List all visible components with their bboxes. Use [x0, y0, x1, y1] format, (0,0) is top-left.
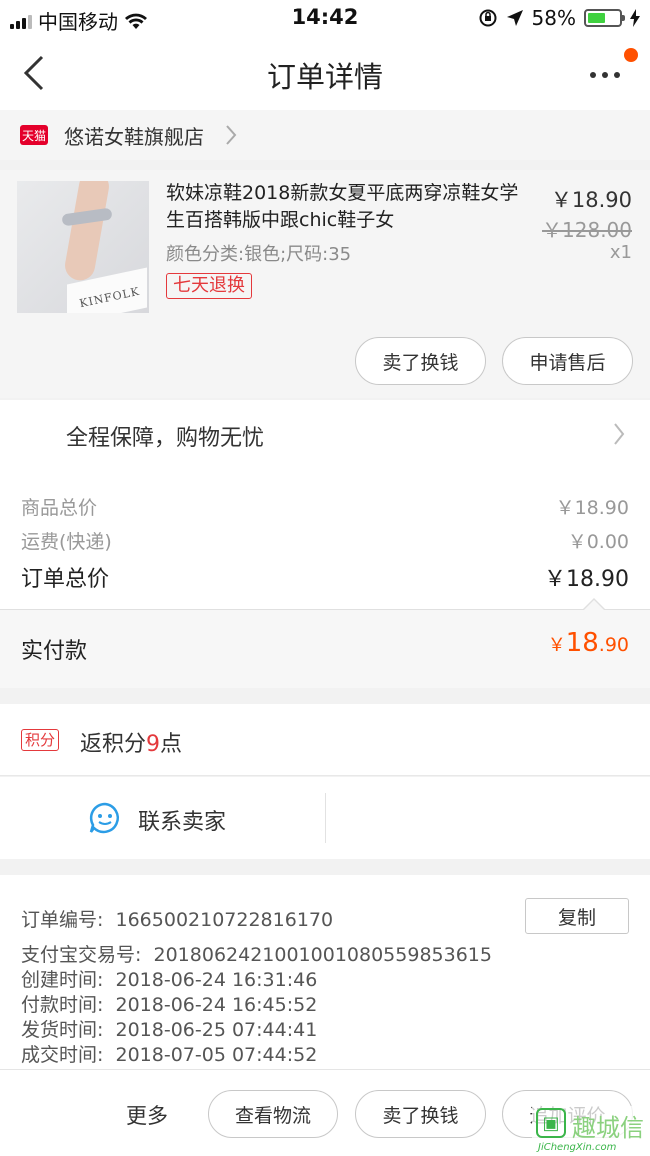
shipping-row: 运费(快递) ￥0.00: [21, 527, 629, 554]
divider: [325, 793, 326, 843]
product-original-price: ￥128.00: [542, 218, 632, 242]
completed-time-value: 2018-07-05 07:44:52: [115, 1044, 318, 1066]
after-sale-button[interactable]: 申请售后: [502, 337, 633, 385]
notification-dot: [624, 48, 638, 62]
paid-row: 实付款 ￥18.90: [0, 610, 650, 688]
goods-total-value: ￥18.90: [555, 497, 629, 519]
store-row[interactable]: 天猫 悠诺女鞋旗舰店: [0, 110, 650, 160]
paid-time-line: 付款时间: 2018-06-24 16:45:52: [21, 990, 317, 1017]
shipped-time-label: 发货时间:: [21, 1019, 104, 1041]
store-name: 悠诺女鞋旗舰店: [64, 124, 204, 149]
order-number-label: 订单编号:: [21, 909, 104, 931]
paid-decimal: .90: [598, 634, 629, 656]
order-total-row: 订单总价 ￥18.90: [21, 561, 629, 593]
product-price: ￥18.90: [550, 188, 632, 212]
product-title[interactable]: 软妹凉鞋2018新款女夏平底两穿凉鞋女学生百搭韩版中跟chic鞋子女: [166, 180, 526, 234]
alipay-trade-label: 支付宝交易号:: [21, 944, 142, 966]
points-suffix: 点: [160, 732, 183, 757]
alipay-trade-value: 2018062421001001080559853615: [153, 944, 492, 966]
points-prefix: 返积分: [80, 732, 147, 757]
shipped-time-line: 发货时间: 2018-06-25 07:44:41: [21, 1015, 317, 1042]
paid-integer: 18: [565, 628, 599, 658]
watermark-cn: 趣城信: [572, 1114, 644, 1142]
more-button[interactable]: [590, 48, 638, 90]
paid-amount: ￥18.90: [548, 628, 629, 658]
watermark-logo-icon: ▣: [536, 1108, 566, 1138]
points-badge: 积分: [21, 729, 60, 751]
guarantee-row[interactable]: 全程保障，购物无忧: [0, 400, 650, 470]
order-number-line: 订单编号: 166500210722816170: [21, 905, 333, 932]
location-arrow-icon: [506, 10, 523, 26]
shipping-label: 运费(快递): [21, 531, 112, 553]
contact-seller-button[interactable]: 联系卖家: [0, 777, 325, 859]
paid-label: 实付款: [21, 639, 88, 664]
goods-total-row: 商品总价 ￥18.90: [21, 493, 629, 520]
chevron-right-icon: [614, 423, 625, 445]
order-total-value: ￥18.90: [544, 567, 629, 592]
sell-for-cash-footer-button[interactable]: 卖了换钱: [355, 1090, 486, 1138]
guarantee-text: 全程保障，购物无忧: [66, 426, 265, 451]
tmall-logo-icon: 天猫: [20, 125, 48, 145]
more-actions-button[interactable]: 更多: [126, 1100, 168, 1130]
completed-time-label: 成交时间:: [21, 1044, 104, 1066]
product-quantity: x1: [609, 242, 632, 263]
points-row: 积分 返积分9点: [0, 704, 650, 776]
shipping-value: ￥0.00: [567, 531, 629, 553]
watermark-en: JiChengXin.com: [538, 1142, 617, 1153]
sell-for-cash-button[interactable]: 卖了换钱: [355, 337, 486, 385]
watermark: ▣ 趣城信 JiChengXin.com: [532, 1106, 650, 1156]
created-time-line: 创建时间: 2018-06-24 16:31:46: [21, 965, 317, 992]
battery-icon: [584, 9, 625, 27]
product-card[interactable]: KINFOLK 软妹凉鞋2018新款女夏平底两穿凉鞋女学生百搭韩版中跟chic鞋…: [0, 170, 650, 398]
rotation-lock-icon: [479, 9, 497, 27]
created-time-label: 创建时间:: [21, 969, 104, 991]
product-sku: 颜色分类:银色;尺码:35: [166, 244, 352, 265]
completed-time-line: 成交时间: 2018-07-05 07:44:52: [21, 1040, 317, 1067]
paid-currency: ￥: [547, 635, 566, 656]
chat-smile-icon: [89, 802, 119, 834]
paid-time-value: 2018-06-24 16:45:52: [115, 994, 318, 1016]
contact-bar: 联系卖家: [0, 777, 650, 859]
nav-bar: 订单详情: [0, 36, 650, 110]
goods-total-label: 商品总价: [21, 497, 98, 519]
chevron-right-icon: [226, 125, 237, 145]
page-title: 订单详情: [266, 60, 383, 94]
shipped-time-value: 2018-06-25 07:44:41: [115, 1019, 318, 1041]
divider: [0, 609, 650, 610]
order-number-value: 166500210722816170: [115, 909, 334, 931]
contact-seller-label: 联系卖家: [138, 810, 227, 835]
created-time-value: 2018-06-24 16:31:46: [115, 969, 318, 991]
product-thumbnail[interactable]: KINFOLK: [17, 181, 149, 313]
return-policy-tag: 七天退换: [166, 273, 252, 299]
battery-percent: 58%: [531, 6, 576, 30]
battery-fill: [588, 13, 606, 23]
price-summary: 商品总价 ￥18.90 运费(快递) ￥0.00 订单总价 ￥18.90: [0, 470, 650, 610]
points-text: 返积分9点: [80, 726, 182, 758]
points-count: 9: [146, 732, 161, 757]
status-right: 58%: [478, 6, 640, 30]
alipay-trade-line: 支付宝交易号: 2018062421001001080559853615: [21, 940, 492, 967]
paid-time-label: 付款时间:: [21, 994, 104, 1016]
status-bar: 中国移动 14:42 58%: [0, 0, 650, 36]
view-logistics-button[interactable]: 查看物流: [208, 1090, 338, 1138]
order-info: 订单编号: 166500210722816170 复制 支付宝交易号: 2018…: [0, 875, 650, 1069]
more-dots-icon: [590, 72, 620, 78]
copy-order-number-button[interactable]: 复制: [525, 898, 629, 934]
charging-bolt-icon: [630, 9, 640, 27]
order-total-label: 订单总价: [21, 567, 110, 592]
